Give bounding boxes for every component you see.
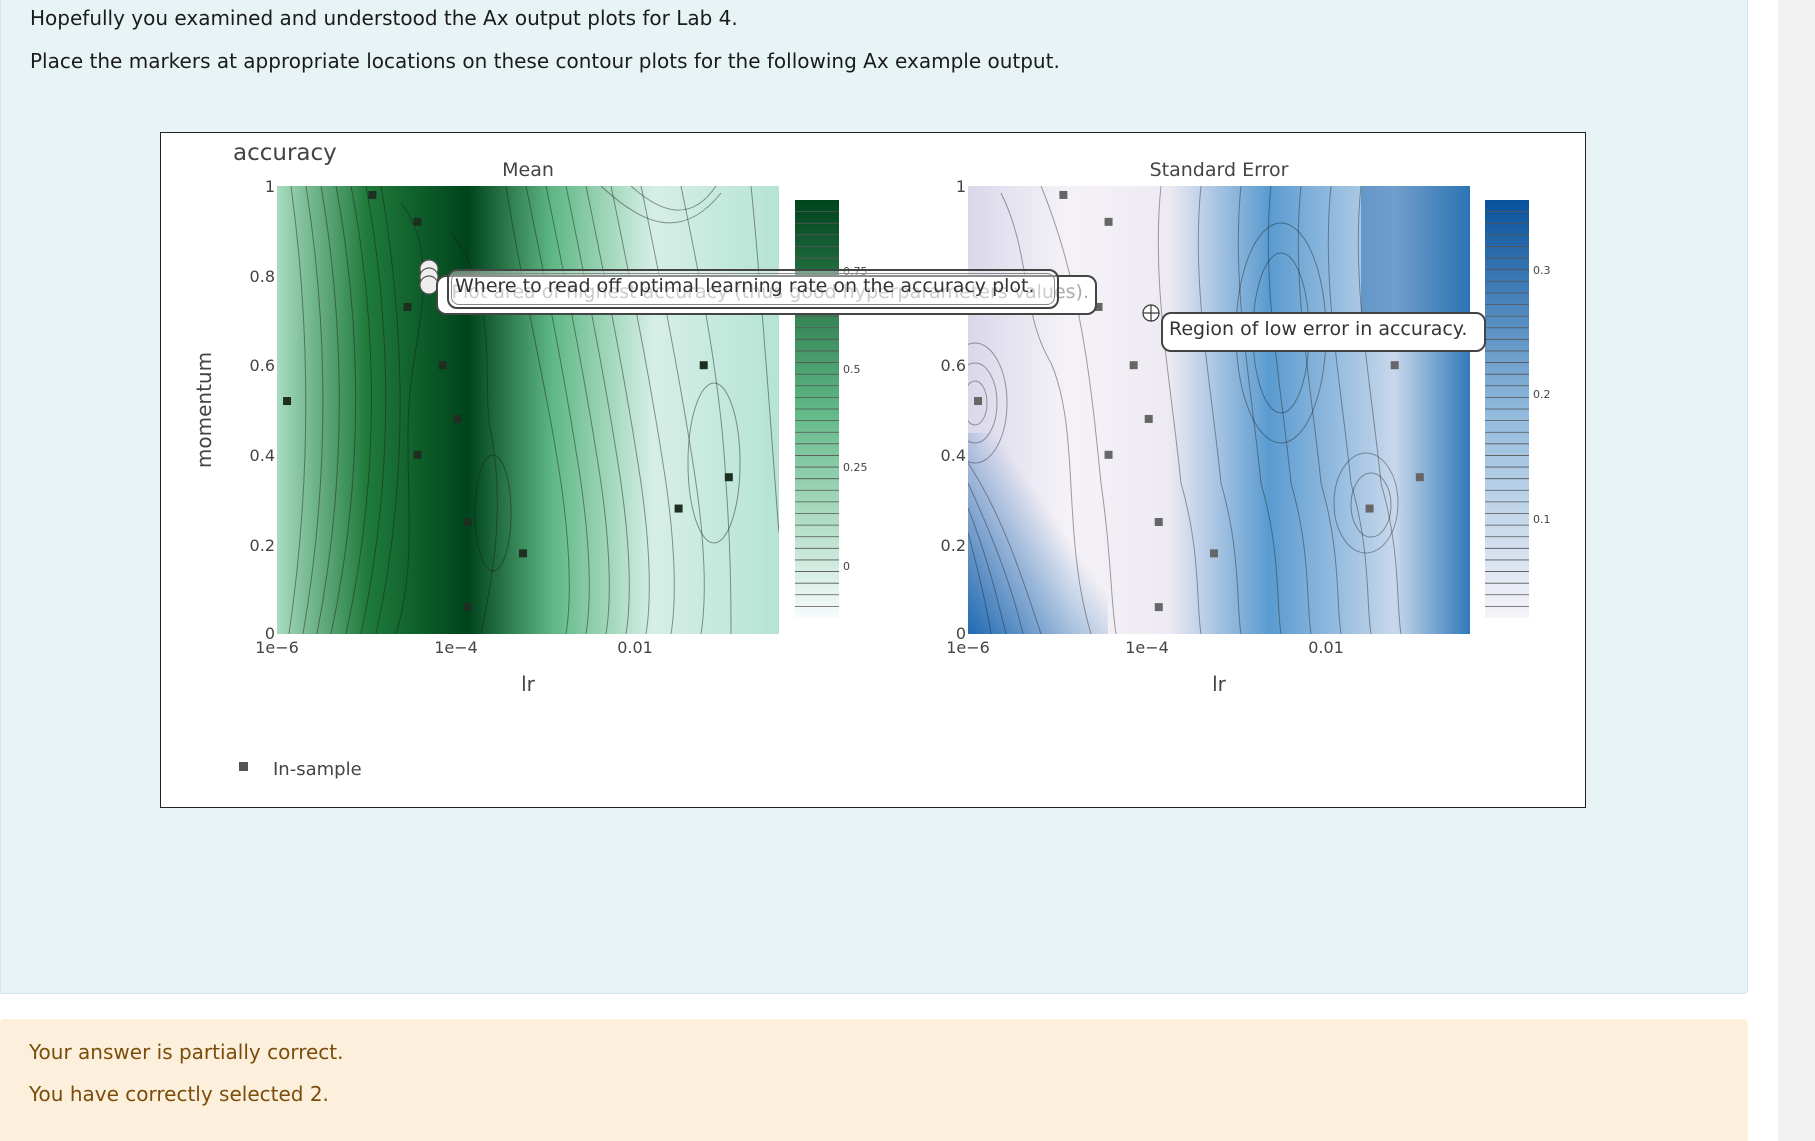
sample-point-marker bbox=[699, 361, 708, 370]
sample-point-marker bbox=[1059, 190, 1068, 199]
sample-point-marker bbox=[1365, 504, 1374, 513]
y-tick: 1 bbox=[265, 177, 275, 196]
se-colorbar-tick: 0.3 bbox=[1533, 264, 1551, 277]
feedback-panel: Your answer is partially correct. You ha… bbox=[0, 1019, 1748, 1141]
y-tick: 0.6 bbox=[250, 356, 275, 375]
plot-title: accuracy bbox=[233, 140, 337, 166]
sample-point-marker bbox=[1129, 361, 1138, 370]
y-tick: 0.2 bbox=[941, 536, 966, 555]
x-tick: 0.01 bbox=[617, 638, 653, 657]
mean-colorbar: 0.75 0.5 0.25 0 bbox=[795, 200, 868, 618]
sample-point-marker bbox=[453, 414, 462, 423]
sample-point-marker bbox=[1104, 450, 1113, 459]
sample-point-marker bbox=[1104, 217, 1113, 226]
sample-point-marker bbox=[1209, 549, 1218, 558]
sample-point-marker bbox=[438, 361, 447, 370]
sample-point-marker bbox=[413, 217, 422, 226]
mean-x-axis-label: lr bbox=[521, 672, 536, 696]
sample-point-marker bbox=[1154, 603, 1163, 612]
y-tick: 0.8 bbox=[250, 267, 275, 286]
mean-colorbar-tick: 0 bbox=[843, 560, 850, 573]
crosshair-marker-pin[interactable] bbox=[1142, 304, 1160, 322]
mean-subtitle: Mean bbox=[502, 159, 554, 181]
y-tick: 0.4 bbox=[250, 446, 275, 465]
feedback-status-text: Your answer is partially correct. bbox=[29, 1040, 344, 1064]
x-tick: 1e−4 bbox=[434, 638, 478, 657]
mean-x-ticks: 1e−6 1e−4 0.01 bbox=[255, 638, 653, 657]
sample-point-marker bbox=[1154, 518, 1163, 526]
sample-point-marker bbox=[463, 603, 472, 612]
marker-label-text: Where to read off optimal learning rate … bbox=[455, 275, 1035, 297]
se-colorbar-tick: 0.2 bbox=[1533, 388, 1551, 401]
sample-point-marker bbox=[974, 397, 983, 406]
contour-plot-svg: accuracy Mean Standard Error 0.75 0.5 0.… bbox=[192, 140, 1551, 780]
in-sample-legend-marker bbox=[239, 762, 248, 771]
y-tick: 1 bbox=[956, 177, 966, 196]
feedback-detail-text: You have correctly selected 2. bbox=[29, 1082, 329, 1106]
sample-point-marker bbox=[463, 518, 472, 526]
standard-error-subtitle: Standard Error bbox=[1150, 159, 1289, 181]
x-tick: 0.01 bbox=[1308, 638, 1344, 657]
contour-plot-area[interactable]: accuracy Mean Standard Error 0.75 0.5 0.… bbox=[160, 132, 1586, 808]
marker-label-text: Region of low error in accuracy. bbox=[1169, 318, 1468, 340]
standard-error-colorbar: 0.3 0.2 0.1 bbox=[1485, 200, 1551, 618]
sample-point-marker bbox=[724, 473, 733, 482]
se-y-ticks: 1 0.6 0.4 0.2 0 bbox=[941, 177, 966, 643]
se-colorbar-tick: 0.1 bbox=[1533, 513, 1551, 526]
sample-point-marker bbox=[518, 549, 527, 558]
mean-colorbar-tick: 0.25 bbox=[843, 461, 868, 474]
y-tick: 0.6 bbox=[941, 356, 966, 375]
sample-point-marker bbox=[1390, 361, 1399, 370]
se-x-ticks: 1e−6 1e−4 0.01 bbox=[946, 638, 1344, 657]
page-scrollbar[interactable] bbox=[1778, 0, 1815, 1141]
in-sample-legend-label: In-sample bbox=[273, 759, 362, 780]
y-axis-label: momentum bbox=[192, 352, 216, 468]
y-tick: 0.2 bbox=[250, 536, 275, 555]
y-tick: 0.4 bbox=[941, 446, 966, 465]
sample-point-marker bbox=[283, 397, 292, 406]
sample-point-marker bbox=[674, 504, 683, 513]
question-instruction-text: Place the markers at appropriate locatio… bbox=[30, 49, 1060, 73]
sample-point-marker bbox=[368, 190, 377, 199]
question-panel: Hopefully you examined and understood th… bbox=[0, 0, 1748, 994]
x-tick: 1e−4 bbox=[1125, 638, 1169, 657]
question-intro-text: Hopefully you examined and understood th… bbox=[30, 6, 738, 30]
sample-point-marker bbox=[403, 302, 412, 311]
x-tick: 1e−6 bbox=[255, 638, 299, 657]
sample-point-marker bbox=[1144, 414, 1153, 423]
marker-optimal-learning-rate[interactable]: Where to read off optimal learning rate … bbox=[447, 269, 1059, 309]
x-tick: 1e−6 bbox=[946, 638, 990, 657]
sample-point-marker bbox=[413, 450, 422, 459]
standard-error-contour-plot bbox=[968, 186, 1470, 634]
mean-y-ticks: 1 0.8 0.6 0.4 0.2 0 bbox=[250, 177, 275, 643]
se-x-axis-label: lr bbox=[1212, 672, 1227, 696]
sample-point-marker bbox=[1415, 473, 1424, 482]
mean-contour-plot bbox=[277, 186, 779, 634]
marker-low-error-region[interactable]: Region of low error in accuracy. bbox=[1161, 312, 1486, 352]
mean-colorbar-tick: 0.5 bbox=[843, 363, 861, 376]
